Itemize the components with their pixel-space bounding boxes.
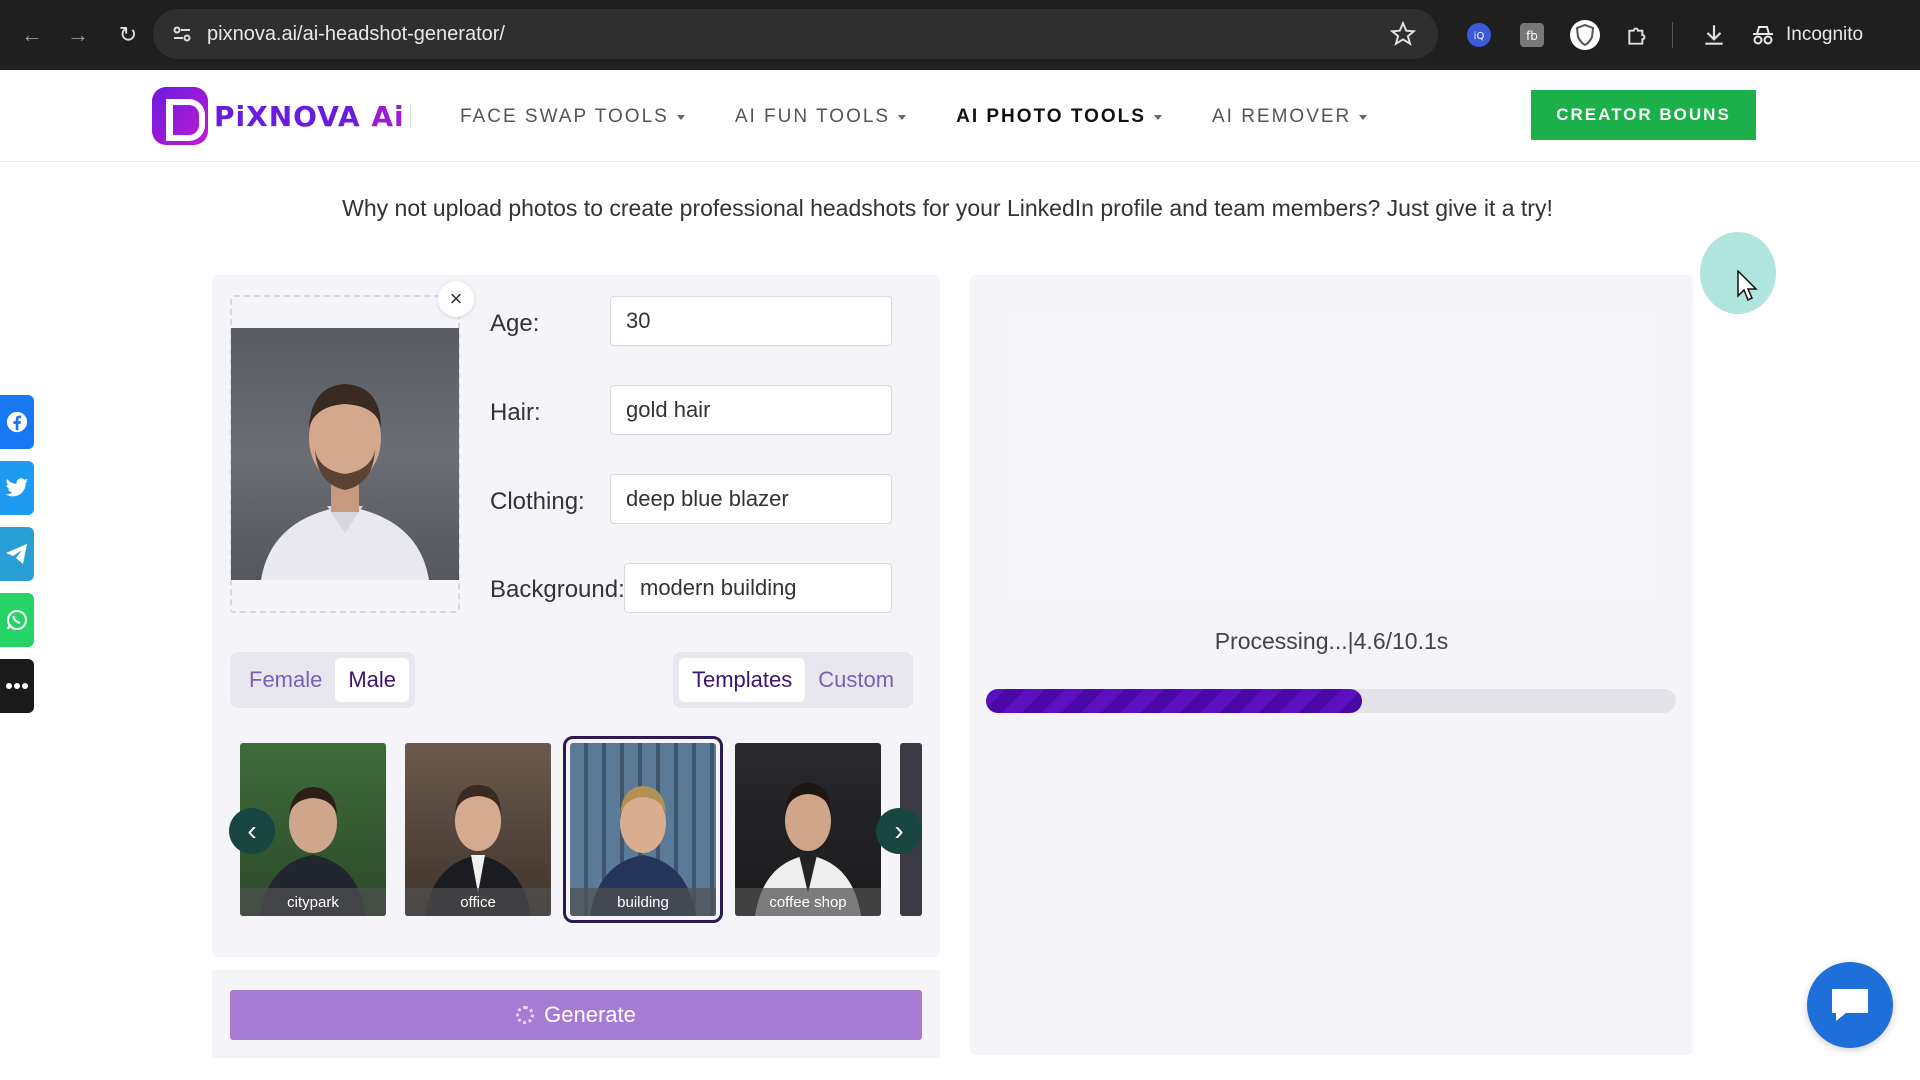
age-input[interactable]: 30: [610, 296, 892, 346]
incognito-label: Incognito: [1786, 24, 1864, 45]
background-label: Background:: [490, 576, 625, 603]
template-label: building: [570, 888, 716, 916]
hair-input[interactable]: gold hair: [610, 385, 892, 435]
logo-mark-icon: [152, 87, 208, 145]
bookmark-star-icon[interactable]: [1389, 20, 1417, 47]
mouse-pointer-icon: [1737, 269, 1759, 307]
mode-toggle: Templates Custom: [673, 652, 914, 708]
menu-ai-remover[interactable]: AI REMOVER: [1212, 106, 1368, 128]
menu-ai-photo-tools[interactable]: AI PHOTO TOOLS: [956, 106, 1162, 128]
twitter-share-icon[interactable]: [0, 461, 34, 515]
gender-female-option[interactable]: Female: [236, 658, 335, 702]
gender-male-option[interactable]: Male: [335, 658, 410, 702]
chevron-down-icon: [1359, 114, 1368, 120]
mode-templates-tab[interactable]: Templates: [679, 658, 806, 702]
page-subtitle: Why not upload photos to create professi…: [342, 195, 1553, 221]
gender-toggle: Female Male: [230, 652, 416, 708]
site-header: PiXNOVA Ai FACE SWAP TOOLS AI FUN TOOLS …: [0, 70, 1920, 162]
address-bar[interactable]: pixnova.ai/ai-headshot-generator/: [153, 9, 1438, 59]
browser-toolbar: ← → ↻ pixnova.ai/ai-headshot-generator/ …: [0, 0, 1920, 70]
carousel-next-chevron-right-icon[interactable]: ›: [876, 808, 922, 854]
whatsapp-share-icon[interactable]: [0, 593, 34, 647]
header-divider: [410, 104, 411, 128]
reload-icon[interactable]: ↻: [114, 21, 142, 49]
incognito-icon: [1753, 26, 1773, 45]
clothing-label: Clothing:: [490, 488, 585, 515]
chevron-down-icon: [1153, 114, 1162, 120]
background-input[interactable]: modern building: [624, 563, 892, 613]
progress-fill: [986, 689, 1363, 713]
clothing-input[interactable]: deep blue blazer: [610, 474, 892, 524]
creator-bonus-button[interactable]: CREATOR BOUNS: [1531, 90, 1756, 140]
chat-widget-icon[interactable]: [1807, 962, 1893, 1048]
toolbar-divider: [1672, 22, 1673, 48]
template-label: citypark: [240, 888, 386, 916]
facebook-share-icon[interactable]: [0, 395, 34, 449]
template-building[interactable]: building: [563, 736, 723, 923]
telegram-share-icon[interactable]: [0, 527, 34, 581]
template-label: coffee shop: [735, 888, 881, 916]
generate-label: Generate: [544, 1002, 636, 1027]
carousel-prev-chevron-left-icon[interactable]: ‹: [229, 808, 275, 854]
menu-ai-fun-tools[interactable]: AI FUN TOOLS: [735, 106, 907, 128]
template-office[interactable]: office: [405, 743, 551, 916]
loading-spinner-icon: [516, 1006, 535, 1024]
chevron-down-icon: [898, 114, 907, 120]
extension-icon-2[interactable]: fb: [1515, 18, 1549, 52]
forward-icon[interactable]: →: [64, 21, 92, 49]
uploaded-photo: [231, 328, 459, 580]
extensions-puzzle-icon[interactable]: [1621, 18, 1655, 52]
back-icon[interactable]: ←: [18, 21, 46, 49]
shield-extension-icon[interactable]: [1568, 18, 1602, 52]
svg-text:iQ: iQ: [1474, 31, 1485, 42]
menu-face-swap-tools[interactable]: FACE SWAP TOOLS: [460, 106, 685, 128]
main-menu: FACE SWAP TOOLS AI FUN TOOLS AI PHOTO TO…: [460, 106, 1417, 128]
incognito-indicator[interactable]: Incognito: [1750, 16, 1863, 54]
processing-status: Processing...|4.6/10.1s: [1214, 628, 1449, 654]
site-info-icon[interactable]: [165, 17, 199, 51]
age-label: Age:: [490, 310, 540, 337]
template-label: office: [405, 888, 551, 916]
mode-custom-tab[interactable]: Custom: [805, 658, 907, 702]
svg-text:fb: fb: [1526, 29, 1538, 43]
logo-text: PiXNOVA Ai: [214, 99, 405, 133]
download-icon[interactable]: [1697, 18, 1731, 52]
template-coffee-shop[interactable]: coffee shop: [735, 743, 881, 916]
generate-button[interactable]: Generate: [230, 990, 922, 1040]
more-share-icon[interactable]: [0, 659, 34, 713]
url-text[interactable]: pixnova.ai/ai-headshot-generator/: [207, 23, 505, 46]
hair-label: Hair:: [490, 399, 541, 426]
pixnova-logo[interactable]: PiXNOVA Ai: [152, 84, 405, 148]
chevron-down-icon: [676, 114, 685, 120]
remove-photo-close-icon[interactable]: ×: [438, 281, 474, 317]
progress-bar: [986, 689, 1676, 713]
result-preview-area: [1003, 305, 1663, 605]
extension-icon-1[interactable]: iQ: [1462, 18, 1496, 52]
